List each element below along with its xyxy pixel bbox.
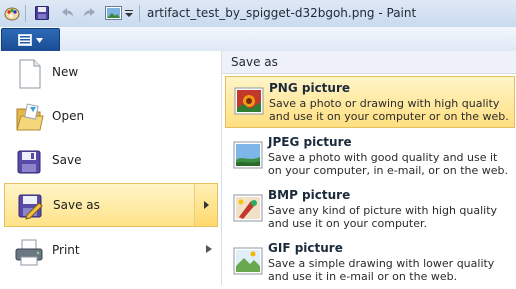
undo-icon[interactable] [57,3,77,23]
customize-dropdown-icon[interactable] [124,3,134,23]
save-as-gif[interactable]: GIF picture Save a simple drawing with l… [225,237,515,289]
menu-item-open-label: Open [52,109,85,123]
jpeg-description: Save a photo with good quality and use i… [268,151,509,177]
bmp-picture-icon [231,191,265,225]
gif-description: Save a simple drawing with lower quality… [268,257,495,283]
app-menu-commands: New Open Save Save as Print [0,51,222,285]
save-disk-icon [12,145,46,179]
save-icon[interactable] [33,3,51,23]
save-as-jpeg[interactable]: JPEG picture Save a photo with good qual… [225,131,515,183]
printer-icon [12,235,46,269]
menu-item-print-label: Print [52,243,80,257]
menu-item-save-label: Save [52,153,82,167]
menu-item-save-as-label: Save as [53,198,100,212]
menu-item-open[interactable]: Open [4,95,218,139]
png-picture-icon [232,84,266,118]
save-as-submenu-arrow[interactable] [194,184,217,226]
gif-picture-icon [231,244,265,278]
bmp-description: Save any kind of picture with high quali… [268,204,498,230]
save-as-header: Save as [222,51,516,74]
menu-item-save[interactable]: Save [4,139,218,183]
save-as-panel: Save as PNG picture Save a photo or draw… [222,51,516,285]
png-title: PNG picture [269,81,351,95]
jpeg-picture-icon [231,138,265,172]
open-folder-icon [12,101,46,135]
new-file-icon [12,57,46,91]
save-as-header-text: Save as [231,55,278,69]
image-icon[interactable] [103,3,123,23]
menu-icon [18,34,32,46]
redo-icon[interactable] [80,3,100,23]
menu-item-print[interactable]: Print [4,229,218,273]
window-title: artifact_test_by_spigget-d32bgoh.png - P… [147,6,417,20]
ribbon-bar [0,27,516,53]
save-as-png[interactable]: PNG picture Save a photo or drawing with… [225,76,515,128]
chevron-right-icon [204,201,209,209]
chevron-right-icon [206,245,212,255]
paint-app-icon[interactable] [3,3,21,23]
bmp-title: BMP picture [268,188,351,202]
chevron-down-icon [36,37,43,43]
title-bar: artifact_test_by_spigget-d32bgoh.png - P… [0,0,516,28]
new-label-text: New [52,65,79,79]
paint-menu-button[interactable] [1,28,60,52]
jpeg-title: JPEG picture [268,135,352,149]
gif-title: GIF picture [268,241,343,255]
save-as-icon [13,189,47,223]
menu-item-new[interactable]: New [4,51,218,95]
menu-item-save-as[interactable]: Save as [4,183,218,227]
save-as-bmp[interactable]: BMP picture Save any kind of picture wit… [225,184,515,236]
png-description: Save a photo or drawing with high qualit… [269,97,509,123]
menu-item-new-label: New [52,65,78,79]
